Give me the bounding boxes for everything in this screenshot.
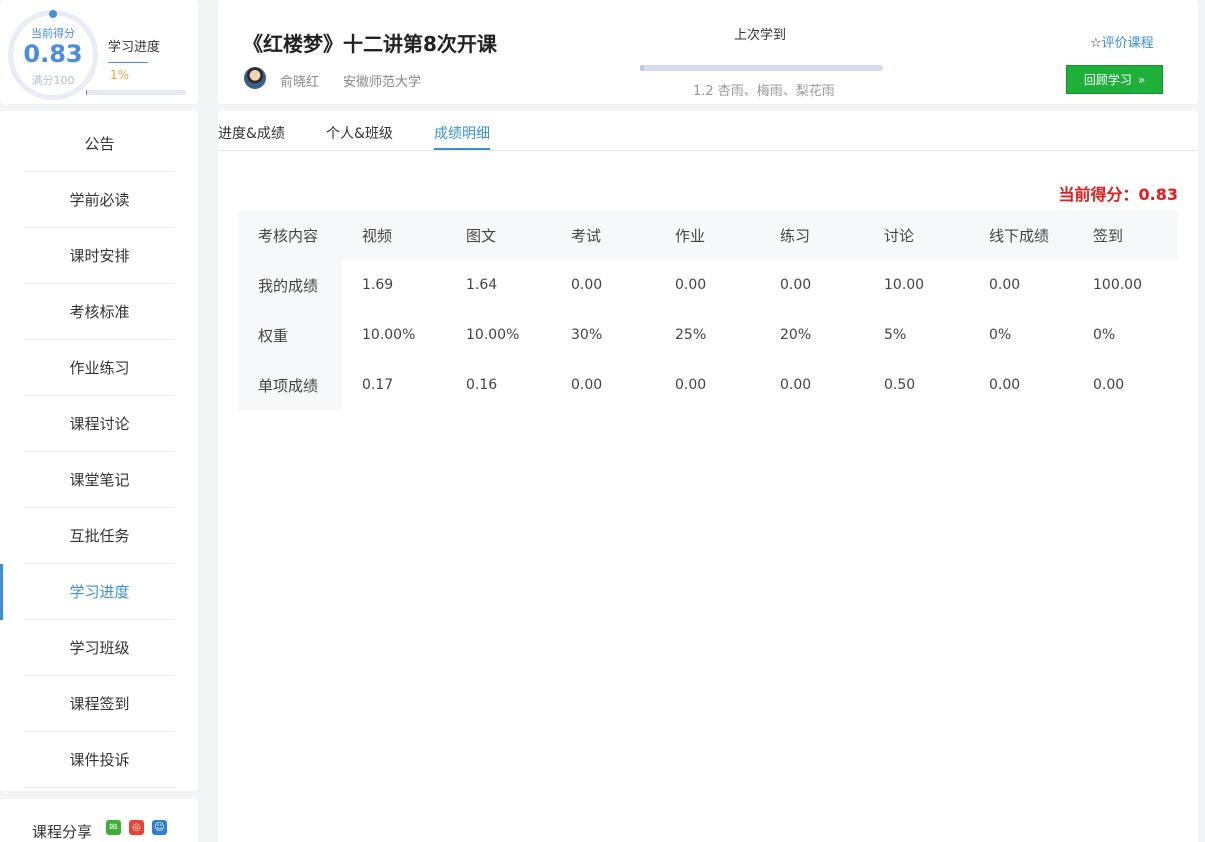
course-header: 《红楼梦》十二讲第8次开课 俞晓红 安徽师范大学 上次学到 1.2 杏雨、梅雨、…: [218, 0, 1198, 104]
sidebar-item-peer-review[interactable]: 互批任务: [24, 508, 175, 564]
teacher-avatar: [244, 67, 266, 89]
review-button-label: 回顾学习: [1083, 73, 1132, 87]
table-row: 单项成绩 0.17 0.16 0.00 0.00 0.00 0.50 0.00 …: [238, 360, 1178, 410]
score-label: 当前得分: [31, 27, 75, 40]
column-header: 签到: [1093, 226, 1124, 245]
table-cell: 0.16: [466, 377, 498, 393]
table-cell: 0%: [989, 327, 1012, 343]
table-cell: 10.00: [884, 277, 925, 293]
progress-title: 学习进度: [108, 40, 161, 55]
table-row: 我的成绩 1.69 1.64 0.00 0.00 0.00 10.00 0.00…: [238, 260, 1178, 310]
table-cell: 0.00: [675, 377, 707, 393]
table-row: 权重 10.00% 10.00% 30% 25% 20% 5% 0% 0%: [238, 310, 1178, 360]
sidebar-item-complaint[interactable]: 课件投诉: [24, 732, 175, 788]
sidebar-item-announcement[interactable]: 公告: [24, 116, 175, 172]
school-name[interactable]: 安徽师范大学: [343, 71, 421, 90]
table-cell: 0.00: [571, 277, 603, 293]
rate-course-link[interactable]: ☆评价课程: [1090, 32, 1154, 51]
column-header: 视频: [362, 226, 393, 245]
sidebar: 公告 学前必读 课时安排 考核标准 作业练习 课程讨论 课堂笔记 互批任务 学习…: [0, 111, 198, 791]
wechat-icon[interactable]: ✉: [106, 820, 121, 835]
row-label: 权重: [238, 310, 342, 360]
table-cell: 30%: [571, 327, 603, 343]
table-cell: 1.69: [362, 277, 394, 293]
table-cell: 0%: [1093, 327, 1116, 343]
sidebar-item-discussion[interactable]: 课程讨论: [24, 396, 175, 452]
column-header: 图文: [466, 226, 497, 245]
table-cell: 1.64: [466, 277, 498, 293]
sidebar-active-indicator: [0, 564, 3, 620]
star-icon: ☆: [1090, 36, 1102, 51]
column-header: 考核内容: [258, 226, 319, 245]
course-title: 《红楼梦》十二讲第8次开课: [243, 32, 497, 56]
table-cell: 0.00: [780, 377, 812, 393]
progress-bar-fill: [86, 90, 87, 95]
teacher-name[interactable]: 俞晓红: [280, 71, 319, 90]
share-label: 课程分享: [32, 823, 93, 841]
score-ring-dot: [49, 10, 57, 18]
sidebar-item-schedule[interactable]: 课时安排: [24, 228, 175, 284]
column-header: 作业: [675, 226, 706, 245]
score-full: 满分100: [31, 74, 75, 87]
row-label: 我的成绩: [238, 260, 342, 310]
row-label: 单项成绩: [238, 360, 342, 410]
score-value: 0.83: [23, 40, 83, 68]
rate-course-label: 评价课程: [1101, 36, 1154, 51]
table-cell: 0.50: [884, 377, 916, 393]
double-chevron-right-icon: »: [1137, 72, 1146, 87]
grade-table: 考核内容 视频 图文 考试 作业 练习 讨论 线下成绩 签到 我的成绩 1.69…: [238, 210, 1178, 410]
table-cell: 20%: [780, 327, 812, 343]
table-cell: 10.00%: [362, 327, 416, 343]
column-header: 考试: [571, 226, 602, 245]
table-cell: 100.00: [1093, 277, 1142, 293]
sidebar-item-grading-criteria[interactable]: 考核标准: [24, 284, 175, 340]
column-header: 讨论: [884, 226, 915, 245]
column-header: 线下成绩: [989, 226, 1050, 245]
table-cell: 10.00%: [466, 327, 520, 343]
progress-bar: [86, 90, 186, 95]
sidebar-item-notes[interactable]: 课堂笔记: [24, 452, 175, 508]
last-studied-title: 上次学到: [734, 28, 787, 43]
table-cell: 0.00: [675, 277, 707, 293]
sidebar-item-checkin[interactable]: 课程签到: [24, 676, 175, 732]
active-tab-underline: [434, 148, 490, 150]
last-studied-chapter[interactable]: 1.2 杏雨、梅雨、梨花雨: [693, 80, 835, 99]
table-cell: 0.00: [989, 377, 1021, 393]
table-header-row: 考核内容 视频 图文 考试 作业 练习 讨论 线下成绩 签到: [238, 210, 1178, 260]
weibo-icon[interactable]: ◎: [129, 820, 144, 835]
table-cell: 25%: [675, 327, 707, 343]
table-cell: 0.00: [1093, 377, 1125, 393]
sidebar-item-homework[interactable]: 作业练习: [24, 340, 175, 396]
tab-bar: 进度&成绩 个人&班级 成绩明细: [218, 111, 1198, 151]
table-cell: 5%: [884, 327, 907, 343]
sidebar-item-pre-reading[interactable]: 学前必读: [24, 172, 175, 228]
last-studied-bar: [640, 65, 883, 71]
tab-progress-grades[interactable]: 进度&成绩: [218, 123, 285, 143]
qq-icon[interactable]: ☺: [152, 820, 167, 835]
sidebar-item-progress[interactable]: 学习进度: [24, 564, 175, 620]
table-cell: 0.00: [989, 277, 1021, 293]
score-card: 当前得分 0.83 满分100 学习进度 1%: [0, 0, 198, 104]
main-content: 进度&成绩 个人&班级 成绩明细 当前得分：0.83 考核内容 视频 图文 考试…: [218, 111, 1198, 842]
tab-grade-details[interactable]: 成绩明细: [434, 123, 490, 143]
progress-divider: [108, 62, 148, 63]
last-studied-bar-fill: [640, 65, 644, 71]
tab-personal-class[interactable]: 个人&班级: [326, 123, 393, 143]
current-score: 当前得分：0.83: [1058, 185, 1178, 204]
table-cell: 0.00: [571, 377, 603, 393]
column-header: 练习: [780, 226, 811, 245]
sidebar-item-class[interactable]: 学习班级: [24, 620, 175, 676]
progress-percent: 1%: [110, 68, 130, 82]
share-card: 课程分享 ✉ ◎ ☺: [0, 799, 198, 842]
table-cell: 0.17: [362, 377, 394, 393]
review-button[interactable]: 回顾学习 »: [1066, 65, 1163, 94]
table-cell: 0.00: [780, 277, 812, 293]
